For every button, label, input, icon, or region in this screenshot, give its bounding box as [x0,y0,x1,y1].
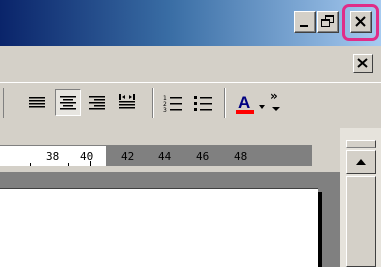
ruler-tick [90,161,91,166]
minimize-icon [300,25,308,27]
split-box[interactable] [346,140,376,148]
align-center-icon [60,96,76,110]
ruler-number: 48 [234,150,248,163]
align-left-button[interactable] [24,89,50,116]
justify-button[interactable] [114,89,140,116]
toolbar-options-button[interactable]: » [270,89,282,119]
toolbar-separator [152,88,154,118]
bullets-button[interactable] [190,89,216,116]
minimize-button[interactable] [294,11,316,33]
close-button-highlight [342,4,379,41]
svg-text:3: 3 [163,107,167,114]
font-color-dropdown[interactable] [256,98,268,110]
ruler-number: 46 [196,150,210,163]
ruler-number: 40 [80,150,94,163]
document-close-button[interactable] [353,54,373,73]
document-page[interactable] [0,188,318,267]
ruler-tick [30,163,31,166]
font-color-icon: A [236,93,254,114]
dropdown-arrow-icon [259,105,265,109]
scroll-thumb[interactable] [346,176,376,267]
toolbar-edge [0,88,4,118]
restore-button[interactable] [317,11,339,33]
ruler-number: 44 [158,150,172,163]
page-shadow [318,192,322,267]
more-buttons-icon: » [270,89,278,103]
align-left-icon [29,97,45,108]
bulleted-list-icon [194,96,212,111]
dropdown-arrow-icon [272,107,280,111]
toolbar-separator [224,88,226,118]
align-right-icon [89,96,105,110]
numbered-list-icon: 1 2 3 [163,95,182,114]
justify-icon [119,94,135,109]
close-icon [357,58,368,68]
align-right-button[interactable] [84,89,110,116]
restore-icon [321,15,334,27]
numbering-button[interactable]: 1 2 3 [160,89,186,116]
ruler-tick [68,163,69,166]
scroll-up-arrow-icon [356,159,366,165]
svg-text:A: A [238,93,250,112]
scroll-up-button[interactable] [346,150,376,174]
ruler-number: 38 [46,150,60,163]
menu-bar [0,46,381,83]
ruler-number: 42 [121,150,135,163]
align-center-button[interactable] [55,89,81,116]
font-color-button[interactable]: A [232,89,258,116]
